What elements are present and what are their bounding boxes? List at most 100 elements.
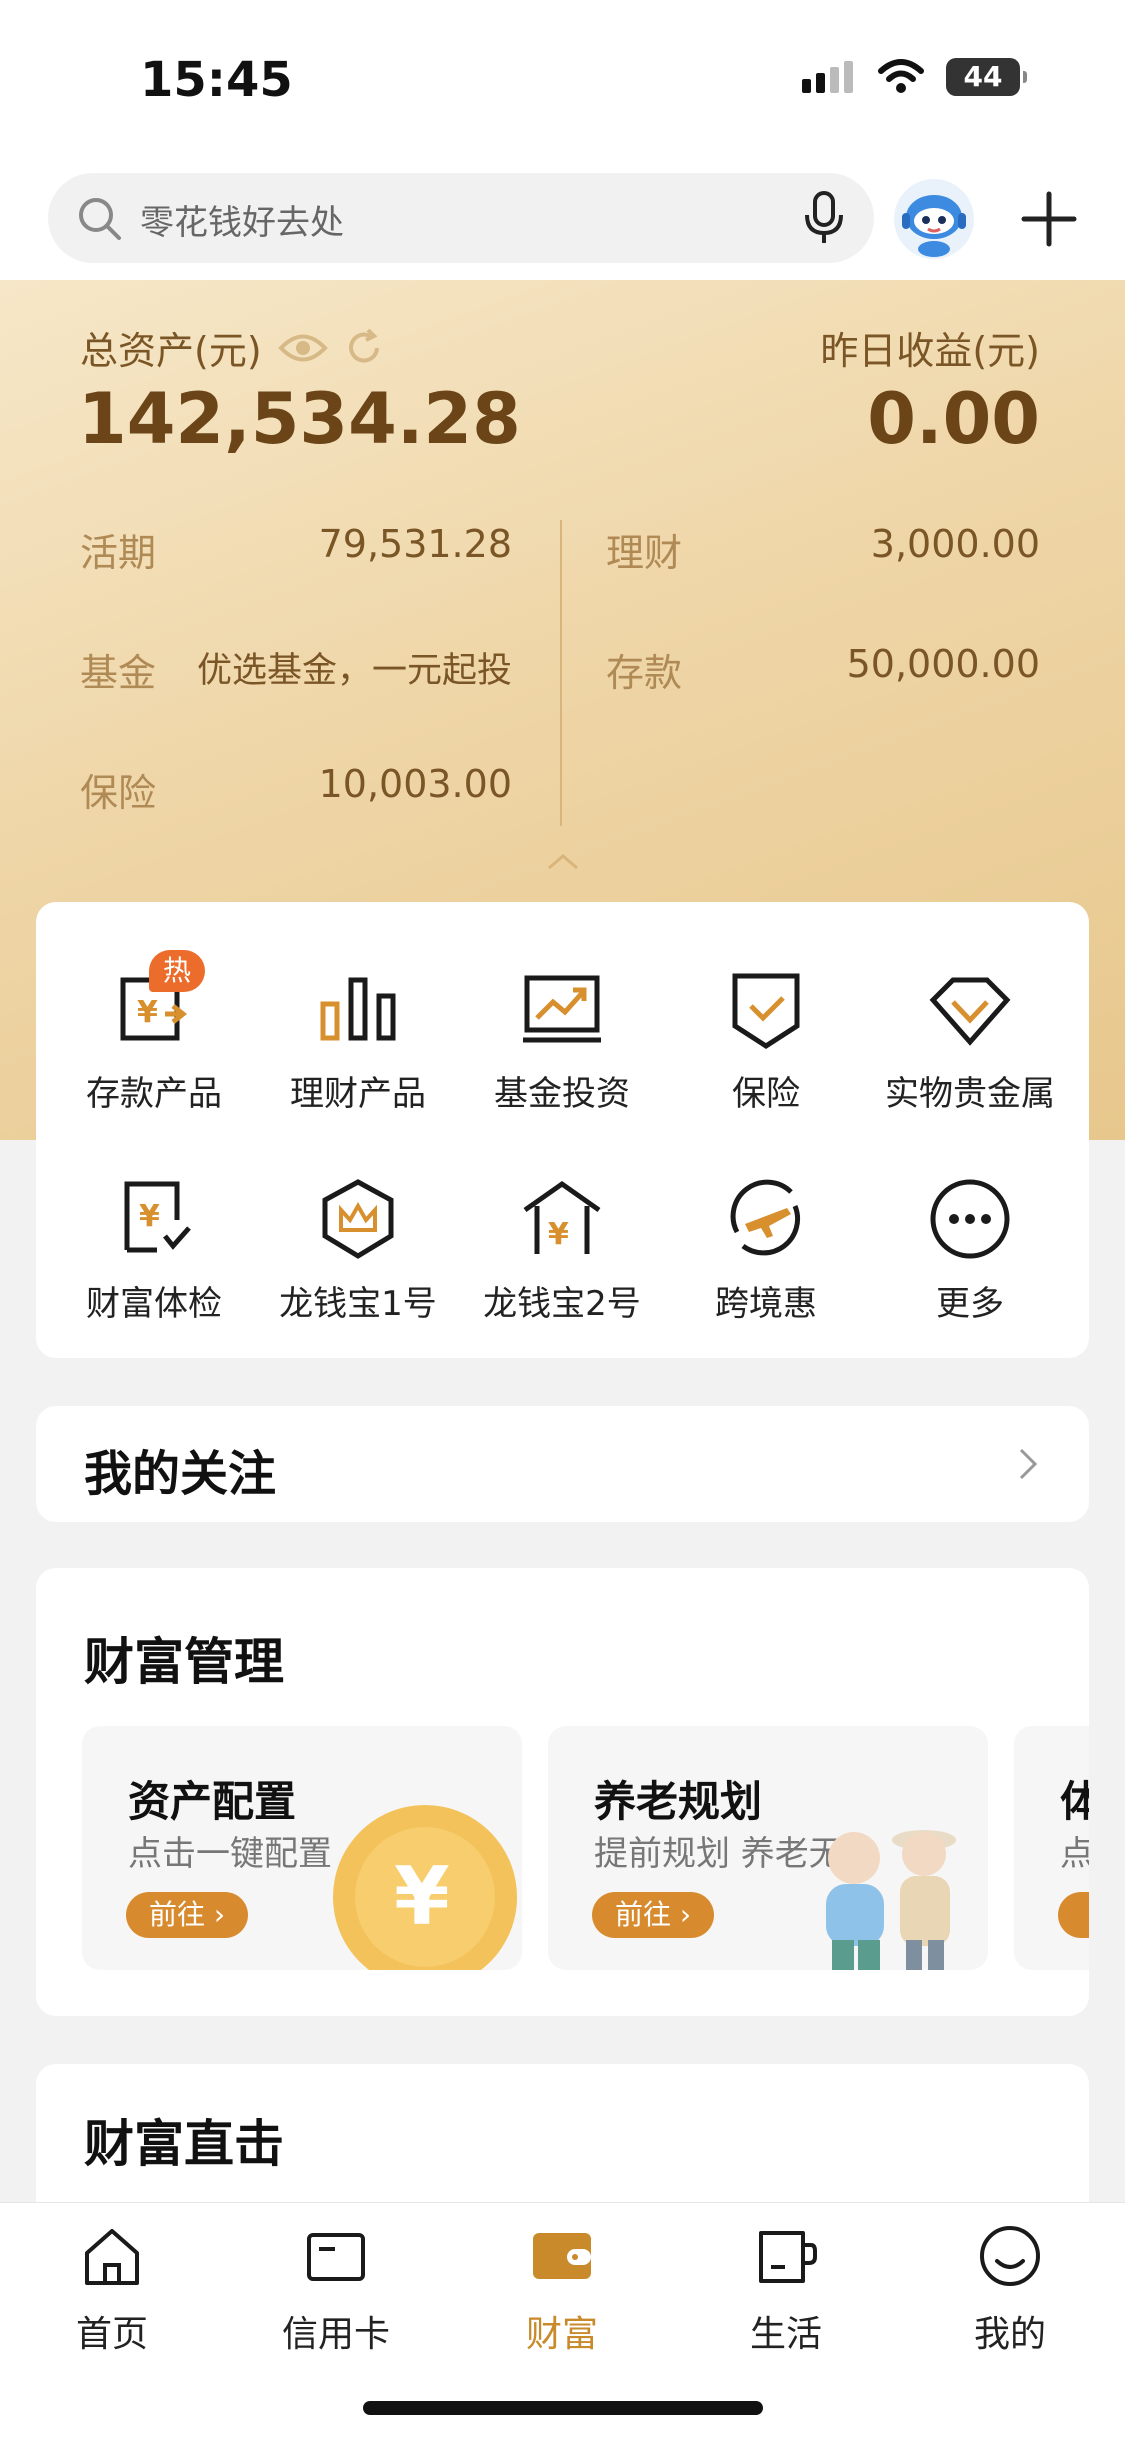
go-button[interactable]: 前往 › <box>126 1892 248 1938</box>
asset-row-deposit[interactable]: 存款 50,000.00 <box>606 642 1040 697</box>
gold-coin-icon: ¥ <box>333 1805 517 1970</box>
service-label: 实物贵金属 <box>885 1074 1055 1114</box>
service-wealth-products[interactable]: 理财产品 <box>258 964 458 1115</box>
diamond-icon <box>929 977 1011 1046</box>
service-label: 龙钱宝1号 <box>279 1284 437 1324</box>
home-indicator <box>363 2401 763 2415</box>
card-title: 养老规划 <box>594 1777 763 1826</box>
asset-row-wealth[interactable]: 理财 3,000.00 <box>606 522 1040 577</box>
service-label: 理财产品 <box>290 1074 426 1114</box>
trend-monitor-icon <box>523 975 601 1043</box>
asset-label: 理财 <box>606 531 683 575</box>
tab-label: 财富 <box>525 2314 598 2355</box>
total-assets-label: 总资产(元) <box>80 329 262 373</box>
asset-row-current[interactable]: 活期 79,531.28 <box>80 522 512 577</box>
shield-check-icon <box>732 973 800 1049</box>
hot-badge: 热 <box>149 950 205 992</box>
crown-hexagon-icon <box>322 1179 394 1259</box>
asset-value: 3,000.00 <box>870 522 1040 566</box>
tab-label: 首页 <box>75 2314 148 2355</box>
eye-icon[interactable] <box>277 331 328 365</box>
plus-icon[interactable] <box>1020 190 1078 248</box>
tab-wealth[interactable]: 财富 <box>462 2221 662 2357</box>
search-icon <box>79 198 121 240</box>
tab-mine[interactable]: 我的 <box>910 2221 1110 2357</box>
service-longqianbao-2[interactable]: ¥ 龙钱宝2号 <box>462 1174 662 1325</box>
search-placeholder: 零花钱好去处 <box>140 203 344 243</box>
credit-card-icon <box>307 2233 365 2281</box>
section-title: 财富管理 <box>84 1633 284 1691</box>
asset-value: 50,000.00 <box>846 642 1040 686</box>
card-desc: 点 <box>1060 1834 1089 1874</box>
wifi-icon <box>878 59 924 93</box>
tab-label: 我的 <box>973 2314 1046 2355</box>
tab-home[interactable]: 首页 <box>12 2221 212 2357</box>
service-label: 龙钱宝2号 <box>483 1284 641 1324</box>
yesterday-income-value: 0.00 <box>867 378 1040 460</box>
status-icons: 44 <box>800 58 1027 96</box>
asset-row-fund[interactable]: 基金 优选基金，一元起投 <box>80 642 512 697</box>
service-deposit-products[interactable]: ¥ 热 存款产品 <box>54 950 254 1115</box>
smile-icon <box>980 2226 1040 2286</box>
go-button[interactable]: 前 <box>1058 1892 1089 1938</box>
service-more[interactable]: 更多 <box>870 1174 1070 1325</box>
svg-text:¥: ¥ <box>548 1217 569 1252</box>
fund-promo-text: 优选基金，一元起投 <box>196 651 512 691</box>
wealth-check-icon: ¥ <box>124 1181 191 1253</box>
svg-text:¥: ¥ <box>394 1850 450 1943</box>
asset-label: 基金 <box>80 651 157 695</box>
svg-text:¥: ¥ <box>137 995 158 1030</box>
tab-life[interactable]: 生活 <box>686 2221 886 2357</box>
collapse-chevron-icon[interactable] <box>545 852 581 872</box>
refresh-icon[interactable] <box>344 328 384 368</box>
status-bar: 15:45 44 <box>0 0 1125 165</box>
search-row: 零花钱好去处 <box>0 165 1125 280</box>
service-label: 财富体检 <box>86 1284 222 1324</box>
total-assets-value: 142,534.28 <box>78 378 521 460</box>
home-icon <box>85 2229 139 2285</box>
card-desc: 点击一键配置 <box>128 1834 332 1874</box>
bar-chart-icon <box>320 977 396 1041</box>
health-card-partial[interactable]: 体 点 前 <box>1014 1726 1089 1970</box>
asset-label: 保险 <box>80 771 157 815</box>
service-label: 跨境惠 <box>715 1284 817 1324</box>
more-icon <box>930 1179 1010 1259</box>
retirement-planning-card[interactable]: 养老规划 提前规划 养老无忧 前往 › <box>548 1726 988 1970</box>
service-wealth-checkup[interactable]: ¥ 财富体检 <box>54 1174 254 1325</box>
service-insurance[interactable]: 保险 <box>666 964 866 1115</box>
yesterday-income-label: 昨日收益(元) <box>820 329 1040 373</box>
asset-value: 79,531.28 <box>318 522 512 566</box>
asset-allocation-card[interactable]: 资产配置 点击一键配置 前往 › ¥ <box>82 1726 522 1970</box>
tab-label: 信用卡 <box>281 2314 390 2355</box>
total-assets-header: 总资产(元) <box>80 320 384 375</box>
cup-icon <box>759 2231 817 2283</box>
my-follow-row[interactable]: 我的关注 <box>36 1406 1089 1522</box>
asset-row-insurance[interactable]: 保险 10,003.00 <box>80 762 512 817</box>
card-title: 体 <box>1060 1777 1089 1826</box>
service-label: 存款产品 <box>86 1074 222 1114</box>
wallet-icon <box>533 2233 591 2279</box>
services-card: ¥ 热 存款产品 理财产品 基金投资 保险 实物贵金属 ¥ 财富体检 龙钱宝1号… <box>36 902 1089 1358</box>
microphone-icon[interactable] <box>804 191 844 245</box>
asset-divider <box>560 520 562 826</box>
plane-icon <box>730 1179 801 1256</box>
service-label: 更多 <box>936 1284 1004 1324</box>
asset-label: 活期 <box>80 531 157 575</box>
service-precious-metals[interactable]: 实物贵金属 <box>870 964 1070 1115</box>
assistant-robot-icon[interactable] <box>892 177 976 261</box>
card-title: 资产配置 <box>128 1777 297 1826</box>
section-title: 财富直击 <box>84 2115 284 2173</box>
service-longqianbao-1[interactable]: 龙钱宝1号 <box>258 1174 458 1325</box>
service-fund-investment[interactable]: 基金投资 <box>462 964 662 1115</box>
my-follow-title: 我的关注 <box>84 1446 277 1502</box>
go-button[interactable]: 前往 › <box>592 1892 714 1938</box>
service-label: 保险 <box>732 1074 800 1114</box>
status-time: 15:45 <box>140 52 293 108</box>
service-cross-border[interactable]: 跨境惠 <box>666 1174 866 1325</box>
elderly-couple-illustration <box>826 1830 956 1970</box>
asset-value: 10,003.00 <box>318 762 512 806</box>
search-input[interactable]: 零花钱好去处 <box>48 173 874 263</box>
service-label: 基金投资 <box>494 1074 630 1114</box>
chevron-right-icon <box>1019 1448 1038 1480</box>
tab-credit-card[interactable]: 信用卡 <box>236 2221 436 2357</box>
